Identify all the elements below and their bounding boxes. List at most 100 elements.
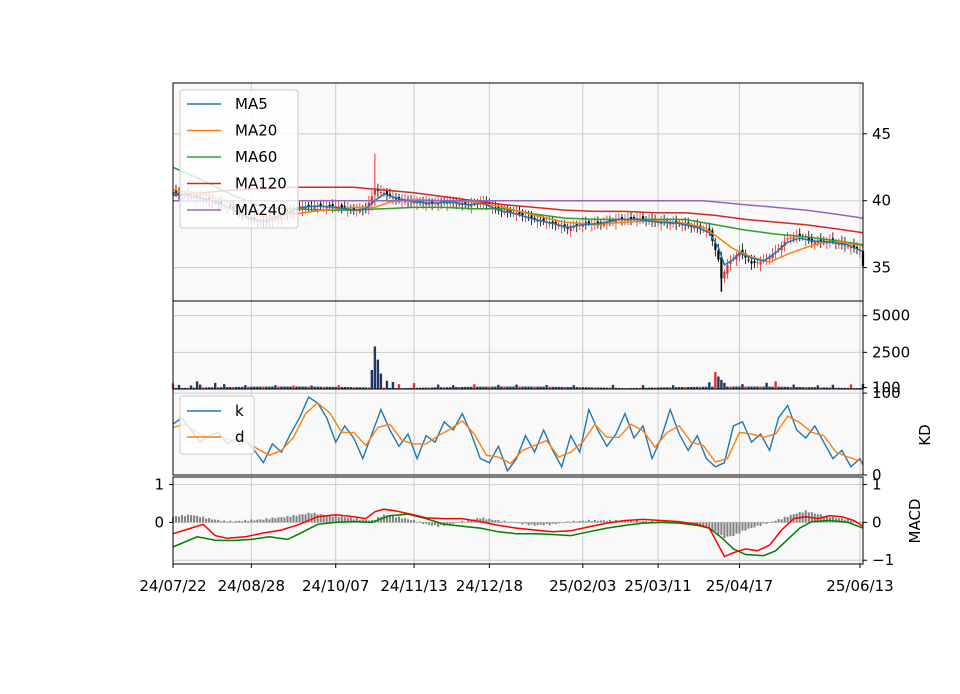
macd-hist-bar-41 (295, 515, 298, 523)
macd-hist-bar-153 (633, 521, 636, 523)
macd-hist-bar-141 (596, 520, 599, 523)
macd-hist-bar-11 (205, 518, 208, 523)
legend-label-ma60: MA60 (235, 148, 277, 166)
macd-hist-bar-40 (292, 515, 295, 523)
macd-hist-bar-117 (524, 522, 527, 524)
macd-hist-bar-19 (229, 520, 232, 523)
chart-svg: 35 40 45 MA5 MA20 MA60 MA120 MA240 100 2500 5000 0 1… (139, 82, 934, 595)
price-ytick-35-label: 35 (872, 259, 891, 277)
candle-body-191 (747, 259, 750, 261)
macd-hist-bar-113 (512, 522, 515, 523)
macd-hist-bar-27 (253, 520, 256, 523)
macd-hist-bar-87 (434, 522, 437, 526)
volume-bar-124 (545, 385, 548, 389)
macd-hist-bar-4 (184, 516, 187, 523)
macd-hist-bar-96 (461, 521, 464, 523)
macd-hist-bar-23 (241, 521, 244, 523)
candle-body-192 (750, 261, 753, 264)
volume-bar-214 (816, 385, 820, 389)
macd-hist-bar-17 (223, 520, 226, 523)
macd-hist-bar-94 (455, 522, 458, 523)
macd-left-label-0: 0 (154, 513, 164, 531)
macd-hist-bar-129 (560, 522, 563, 523)
volume-bar-181 (717, 376, 720, 389)
volume-bar-40 (292, 385, 295, 389)
macd-hist-bar-186 (732, 522, 735, 536)
macd-hist-bar-188 (738, 522, 741, 534)
macd-hist-bar-104 (485, 519, 488, 523)
macd-ytick-0-label: 0 (872, 513, 882, 531)
candle-body-224 (846, 246, 850, 248)
macd-hist-bar-6 (190, 515, 193, 523)
macd-hist-bar-42 (298, 514, 301, 523)
macd-hist-bar-85 (428, 522, 431, 525)
macd-hist-bar-126 (551, 522, 554, 524)
volume-bar-166 (671, 385, 675, 389)
volume-bar-178 (708, 382, 711, 389)
x-tick-label-7: 25/04/17 (706, 577, 773, 595)
stock-chart-figure: 35 40 45 MA5 MA20 MA60 MA120 MA240 100 2500 5000 0 1… (0, 0, 960, 690)
candle-body-56 (340, 204, 343, 208)
macd-hist-bar-3 (181, 515, 184, 523)
macd-hist-bar-197 (765, 522, 768, 524)
volume-bar-219 (831, 384, 835, 389)
candle-body-138 (587, 221, 590, 224)
volume-ytick-2500-label: 2500 (872, 343, 910, 361)
macd-hist-bar-123 (542, 522, 545, 526)
macd-hist-bar-154 (636, 520, 639, 523)
macd-hist-bar-134 (575, 521, 578, 523)
macd-hist-bar-95 (458, 522, 461, 524)
macd-hist-bar-116 (521, 522, 524, 525)
macd-hist-bar-196 (762, 522, 765, 524)
macd-hist-bar-183 (723, 522, 726, 539)
macd-hist-bar-142 (599, 520, 602, 523)
volume-bar-46 (310, 385, 313, 389)
volume-bar-75 (397, 384, 401, 389)
candle-body-193 (753, 261, 756, 263)
macd-hist-bar-10 (202, 516, 205, 523)
macd-hist-bar-193 (753, 522, 756, 528)
macd-hist-bar-225 (849, 520, 852, 523)
macd-hist-bar-84 (425, 522, 428, 524)
macd-hist-bar-13 (211, 519, 214, 523)
macd-hist-bar-18 (226, 522, 229, 523)
volume-bar-55 (337, 385, 340, 389)
volume-bar-14 (213, 382, 217, 389)
macd-hist-bar-122 (539, 522, 542, 525)
volume-bar-156 (641, 385, 645, 389)
macd-hist-bar-204 (786, 516, 789, 523)
candle-body-53 (331, 204, 334, 207)
macd-hist-bar-190 (744, 522, 747, 531)
candle-body-129 (560, 226, 563, 228)
macd-hist-bar-82 (419, 521, 422, 523)
volume-bar-17 (223, 384, 226, 389)
macd-hist-bar-77 (404, 518, 407, 523)
macd-hist-bar-107 (494, 520, 497, 523)
macd-hist-bar-54 (334, 515, 337, 523)
macd-hist-bar-36 (280, 517, 283, 523)
volume-bar-189 (741, 384, 744, 389)
kd-ytick-100-label: 100 (872, 384, 901, 402)
kd-legend-label-k: k (235, 402, 244, 420)
candle-body-205 (789, 237, 792, 239)
volume-bar-182 (720, 379, 723, 389)
macd-hist-bar-200 (774, 520, 777, 523)
macd-hist-bar-49 (319, 514, 322, 523)
x-tick-label-6: 25/03/11 (624, 577, 691, 595)
macd-hist-bar-118 (527, 522, 530, 526)
macd-hist-bar-124 (545, 522, 548, 524)
macd-hist-bar-78 (407, 519, 410, 523)
volume-bar-206 (792, 384, 795, 389)
macd-hist-bar-76 (400, 518, 403, 523)
candle-body-69 (379, 191, 383, 193)
volume-bar-114 (515, 384, 518, 389)
volume-bar-180 (714, 372, 717, 389)
macd-hist-bar-203 (783, 516, 786, 523)
macd-hist-bar-8 (196, 515, 199, 523)
macd-hist-bar-7 (193, 515, 196, 523)
macd-hist-bar-185 (729, 522, 732, 537)
x-tick-label-5: 25/02/03 (549, 577, 616, 595)
macd-hist-bar-5 (187, 514, 190, 523)
macd-hist-bar-130 (563, 522, 566, 524)
legend-label-ma120: MA120 (235, 175, 287, 193)
